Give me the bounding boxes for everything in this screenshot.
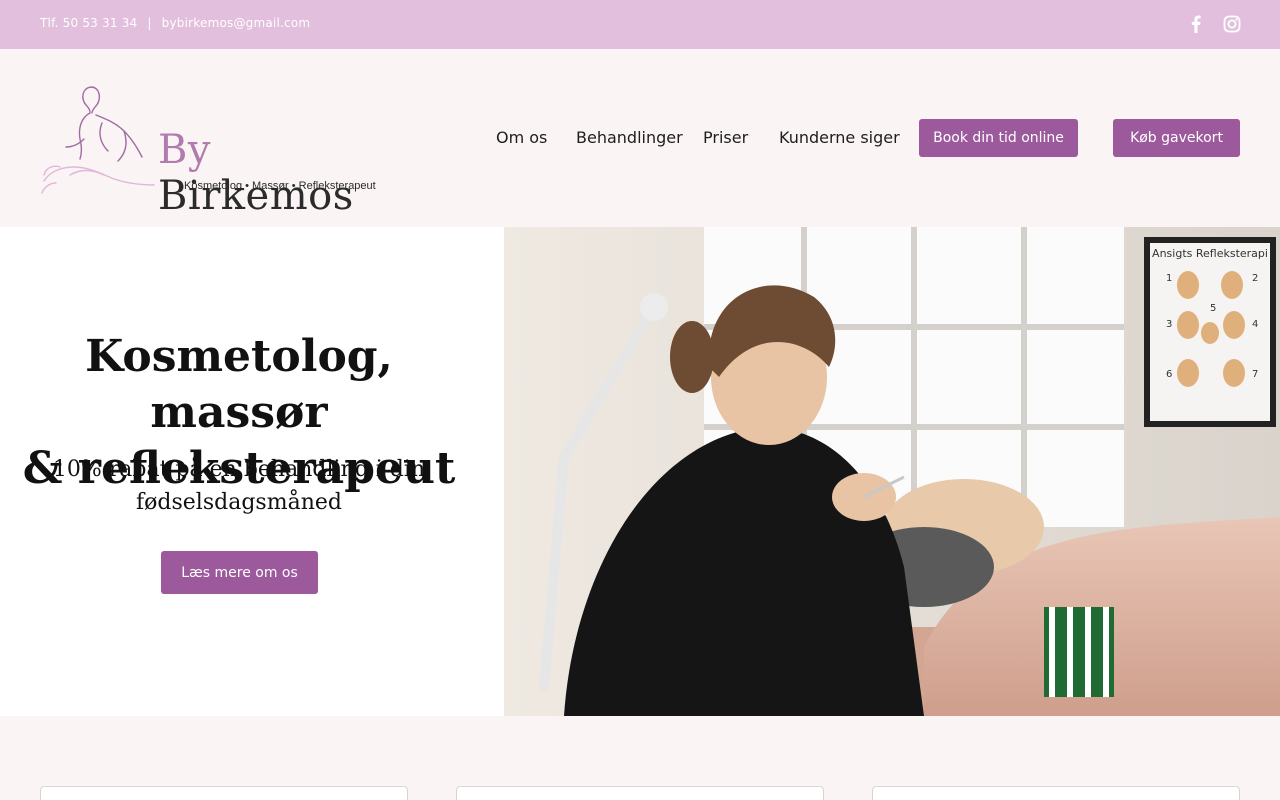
logo[interactable]: By Birkemos Kosmetolog • Massør • Reflek…	[40, 83, 395, 219]
hero-subtitle-line2: fødselsdagsmåned	[136, 490, 342, 515]
poster-number-6: 6	[1166, 369, 1172, 380]
email-link[interactable]: bybirkemos@gmail.com	[162, 16, 311, 30]
top-bar: Tlf. 50 53 31 34 | bybirkemos@gmail.com	[0, 0, 1280, 49]
site-header: By Birkemos Kosmetolog • Massør • Reflek…	[0, 49, 1280, 227]
hero-text-panel: Kosmetolog, massør & refleksterapeut 10%…	[0, 227, 504, 716]
service-card[interactable]	[456, 786, 824, 800]
treatment-photo-illustration: Ansigts Refleksterapi 1 2 3 4 5 6 7	[504, 227, 1280, 716]
massage-figure-logo-mark	[41, 86, 155, 194]
hero-section: Kosmetolog, massør & refleksterapeut 10%…	[0, 227, 1280, 716]
services-section	[0, 716, 1280, 800]
instagram-icon[interactable]	[1222, 14, 1242, 34]
poster-number-7: 7	[1252, 369, 1258, 380]
hero-title-line1: Kosmetolog, massør	[85, 331, 393, 438]
read-more-button[interactable]: Læs mere om os	[161, 551, 318, 594]
nav-item-behandlinger[interactable]: Behandlinger	[576, 128, 683, 150]
poster-number-5: 5	[1210, 303, 1216, 314]
poster-title: Ansigts Refleksterapi	[1152, 247, 1268, 260]
facebook-icon[interactable]	[1186, 14, 1206, 34]
contact-separator: |	[147, 16, 152, 30]
poster-number-2: 2	[1252, 273, 1258, 284]
poster-number-1: 1	[1166, 273, 1172, 284]
poster-number-3: 3	[1166, 319, 1172, 330]
nav-item-kunderne-siger[interactable]: Kunderne siger	[779, 128, 900, 150]
service-card[interactable]	[872, 786, 1240, 800]
nav-item-priser[interactable]: Priser	[703, 128, 748, 150]
logo-tagline: Kosmetolog • Massør • Refleksterapeut	[184, 180, 376, 192]
contact-info: Tlf. 50 53 31 34 | bybirkemos@gmail.com	[40, 16, 310, 30]
hero-photo-treatment: Ansigts Refleksterapi 1 2 3 4 5 6 7	[504, 227, 1280, 716]
logo-wordmark: By Birkemos	[158, 127, 395, 219]
hero-subtitle: 10% rabat på en behandling i din fødsels…	[0, 453, 478, 519]
logo-prefix: By	[158, 127, 211, 173]
book-online-button[interactable]: Book din tid online	[919, 119, 1078, 157]
hero-subtitle-line1: 10% rabat på en behandling i din	[52, 457, 426, 482]
poster-number-4: 4	[1252, 319, 1258, 330]
buy-giftcard-button[interactable]: Køb gavekort	[1113, 119, 1240, 157]
phone-link[interactable]: Tlf. 50 53 31 34	[40, 16, 137, 30]
nav-item-om-os[interactable]: Om os	[496, 128, 547, 150]
service-card[interactable]	[40, 786, 408, 800]
